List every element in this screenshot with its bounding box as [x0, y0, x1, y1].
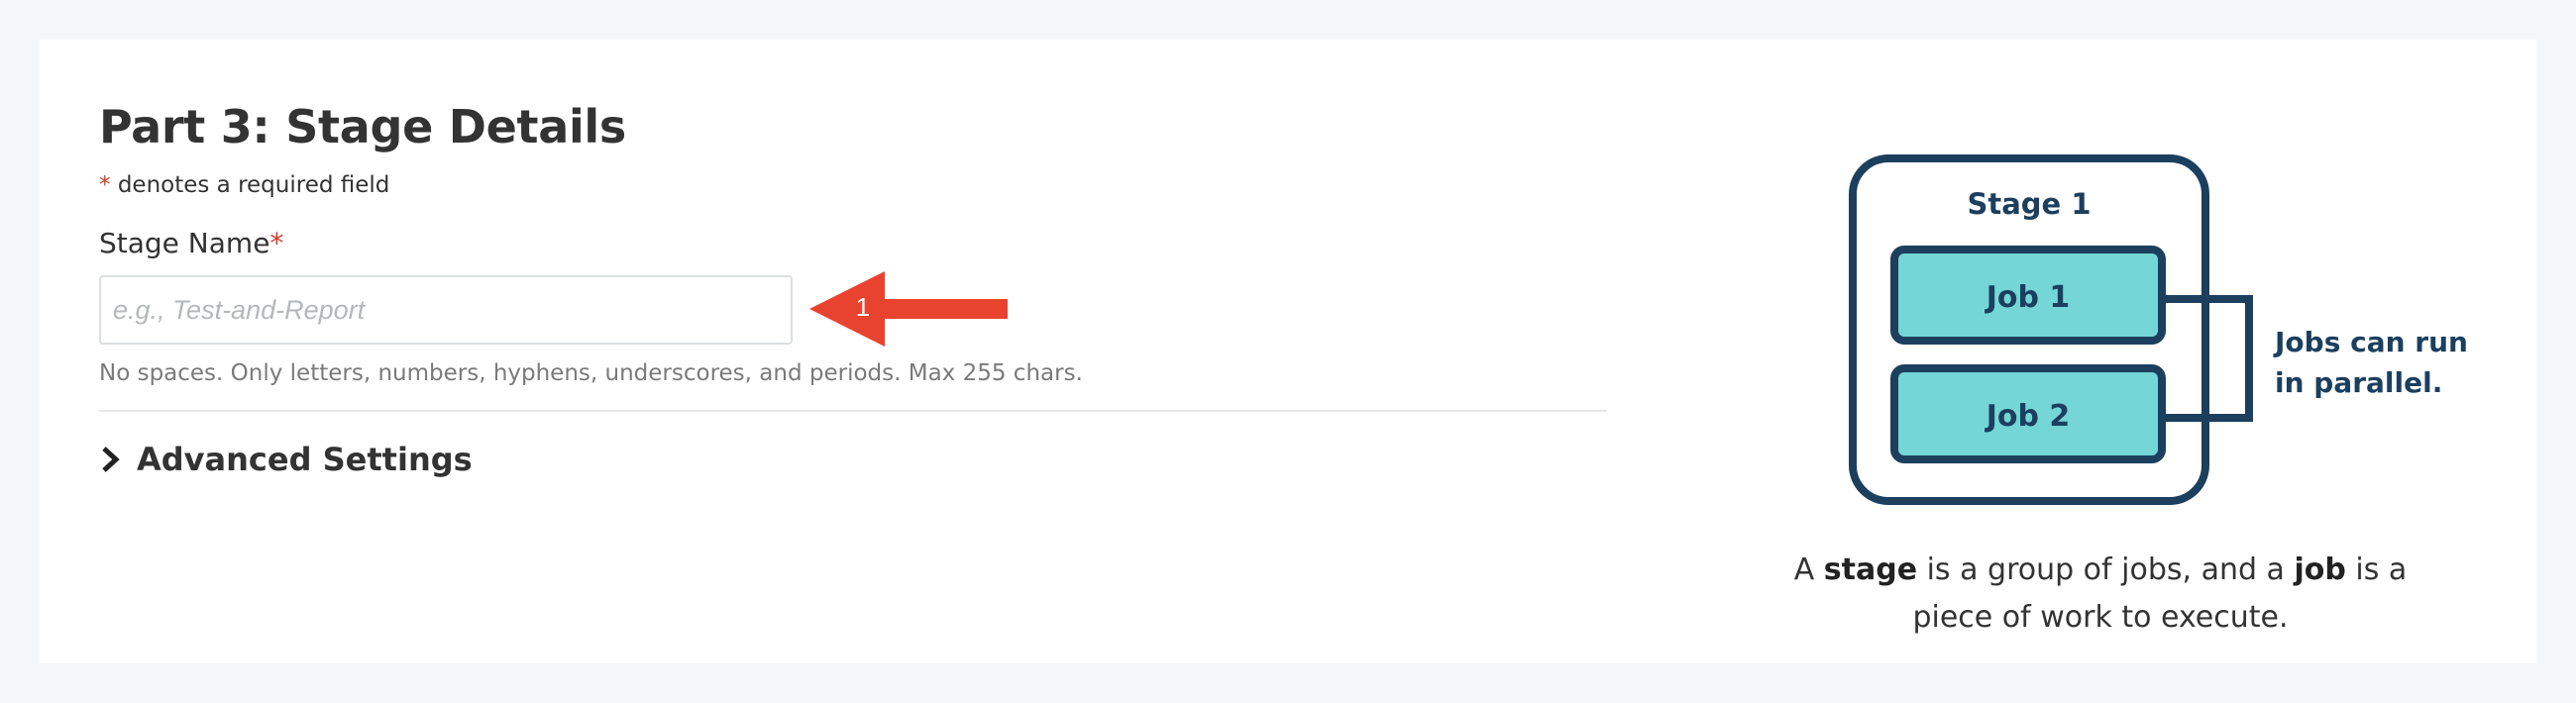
stage-label: Stage 1: [1967, 187, 2091, 221]
advanced-settings-label: Advanced Settings: [137, 441, 473, 478]
caption-text-1: A: [1793, 552, 1824, 587]
diagram-caption: A stage is a group of jobs, and a job is…: [1764, 547, 2437, 642]
caption-text-2: is a group of jobs, and a: [1917, 552, 2295, 587]
stage-name-input[interactable]: [99, 275, 793, 345]
arrow-left-icon: [809, 271, 1008, 347]
required-field-note: * denotes a required field: [99, 170, 1607, 200]
job-label-2: Job 2: [1985, 399, 2071, 434]
job-label-1: Job 1: [1985, 280, 2071, 315]
page-title: Part 3: Stage Details: [99, 100, 626, 153]
caption-bold-job: job: [2294, 552, 2346, 587]
callout-arrow-1: 1: [809, 271, 1027, 347]
callout-number: 1: [855, 292, 871, 322]
stage-form: Part 3: Stage Details * denotes a requir…: [99, 99, 1607, 479]
section-divider: [99, 410, 1607, 412]
stage-name-label: Stage Name*: [99, 226, 1607, 261]
parallel-note-line1: Jobs can run: [2273, 326, 2467, 358]
caption-text-3: is a: [2345, 552, 2408, 587]
required-note-text: denotes a required field: [117, 172, 390, 198]
stage-name-required-star: *: [269, 227, 284, 259]
advanced-settings-toggle[interactable]: Advanced Settings: [99, 440, 473, 479]
stage-name-hint: No spaces. Only letters, numbers, hyphen…: [99, 360, 1083, 386]
parallel-note-line2: in parallel.: [2275, 366, 2442, 399]
caption-line-2: piece of work to execute.: [1912, 600, 2289, 635]
stage-name-label-text: Stage Name: [99, 227, 270, 259]
caption-bold-stage: stage: [1823, 552, 1918, 587]
chevron-right-icon: [102, 447, 120, 472]
required-star: *: [99, 172, 111, 198]
stage-name-field-row: 1: [99, 271, 1607, 347]
stage-job-diagram: Stage 1 Job 1 Job 2 Jobs can run in para…: [1849, 154, 2467, 505]
stage-details-card: Part 3: Stage Details * denotes a requir…: [40, 40, 2536, 663]
